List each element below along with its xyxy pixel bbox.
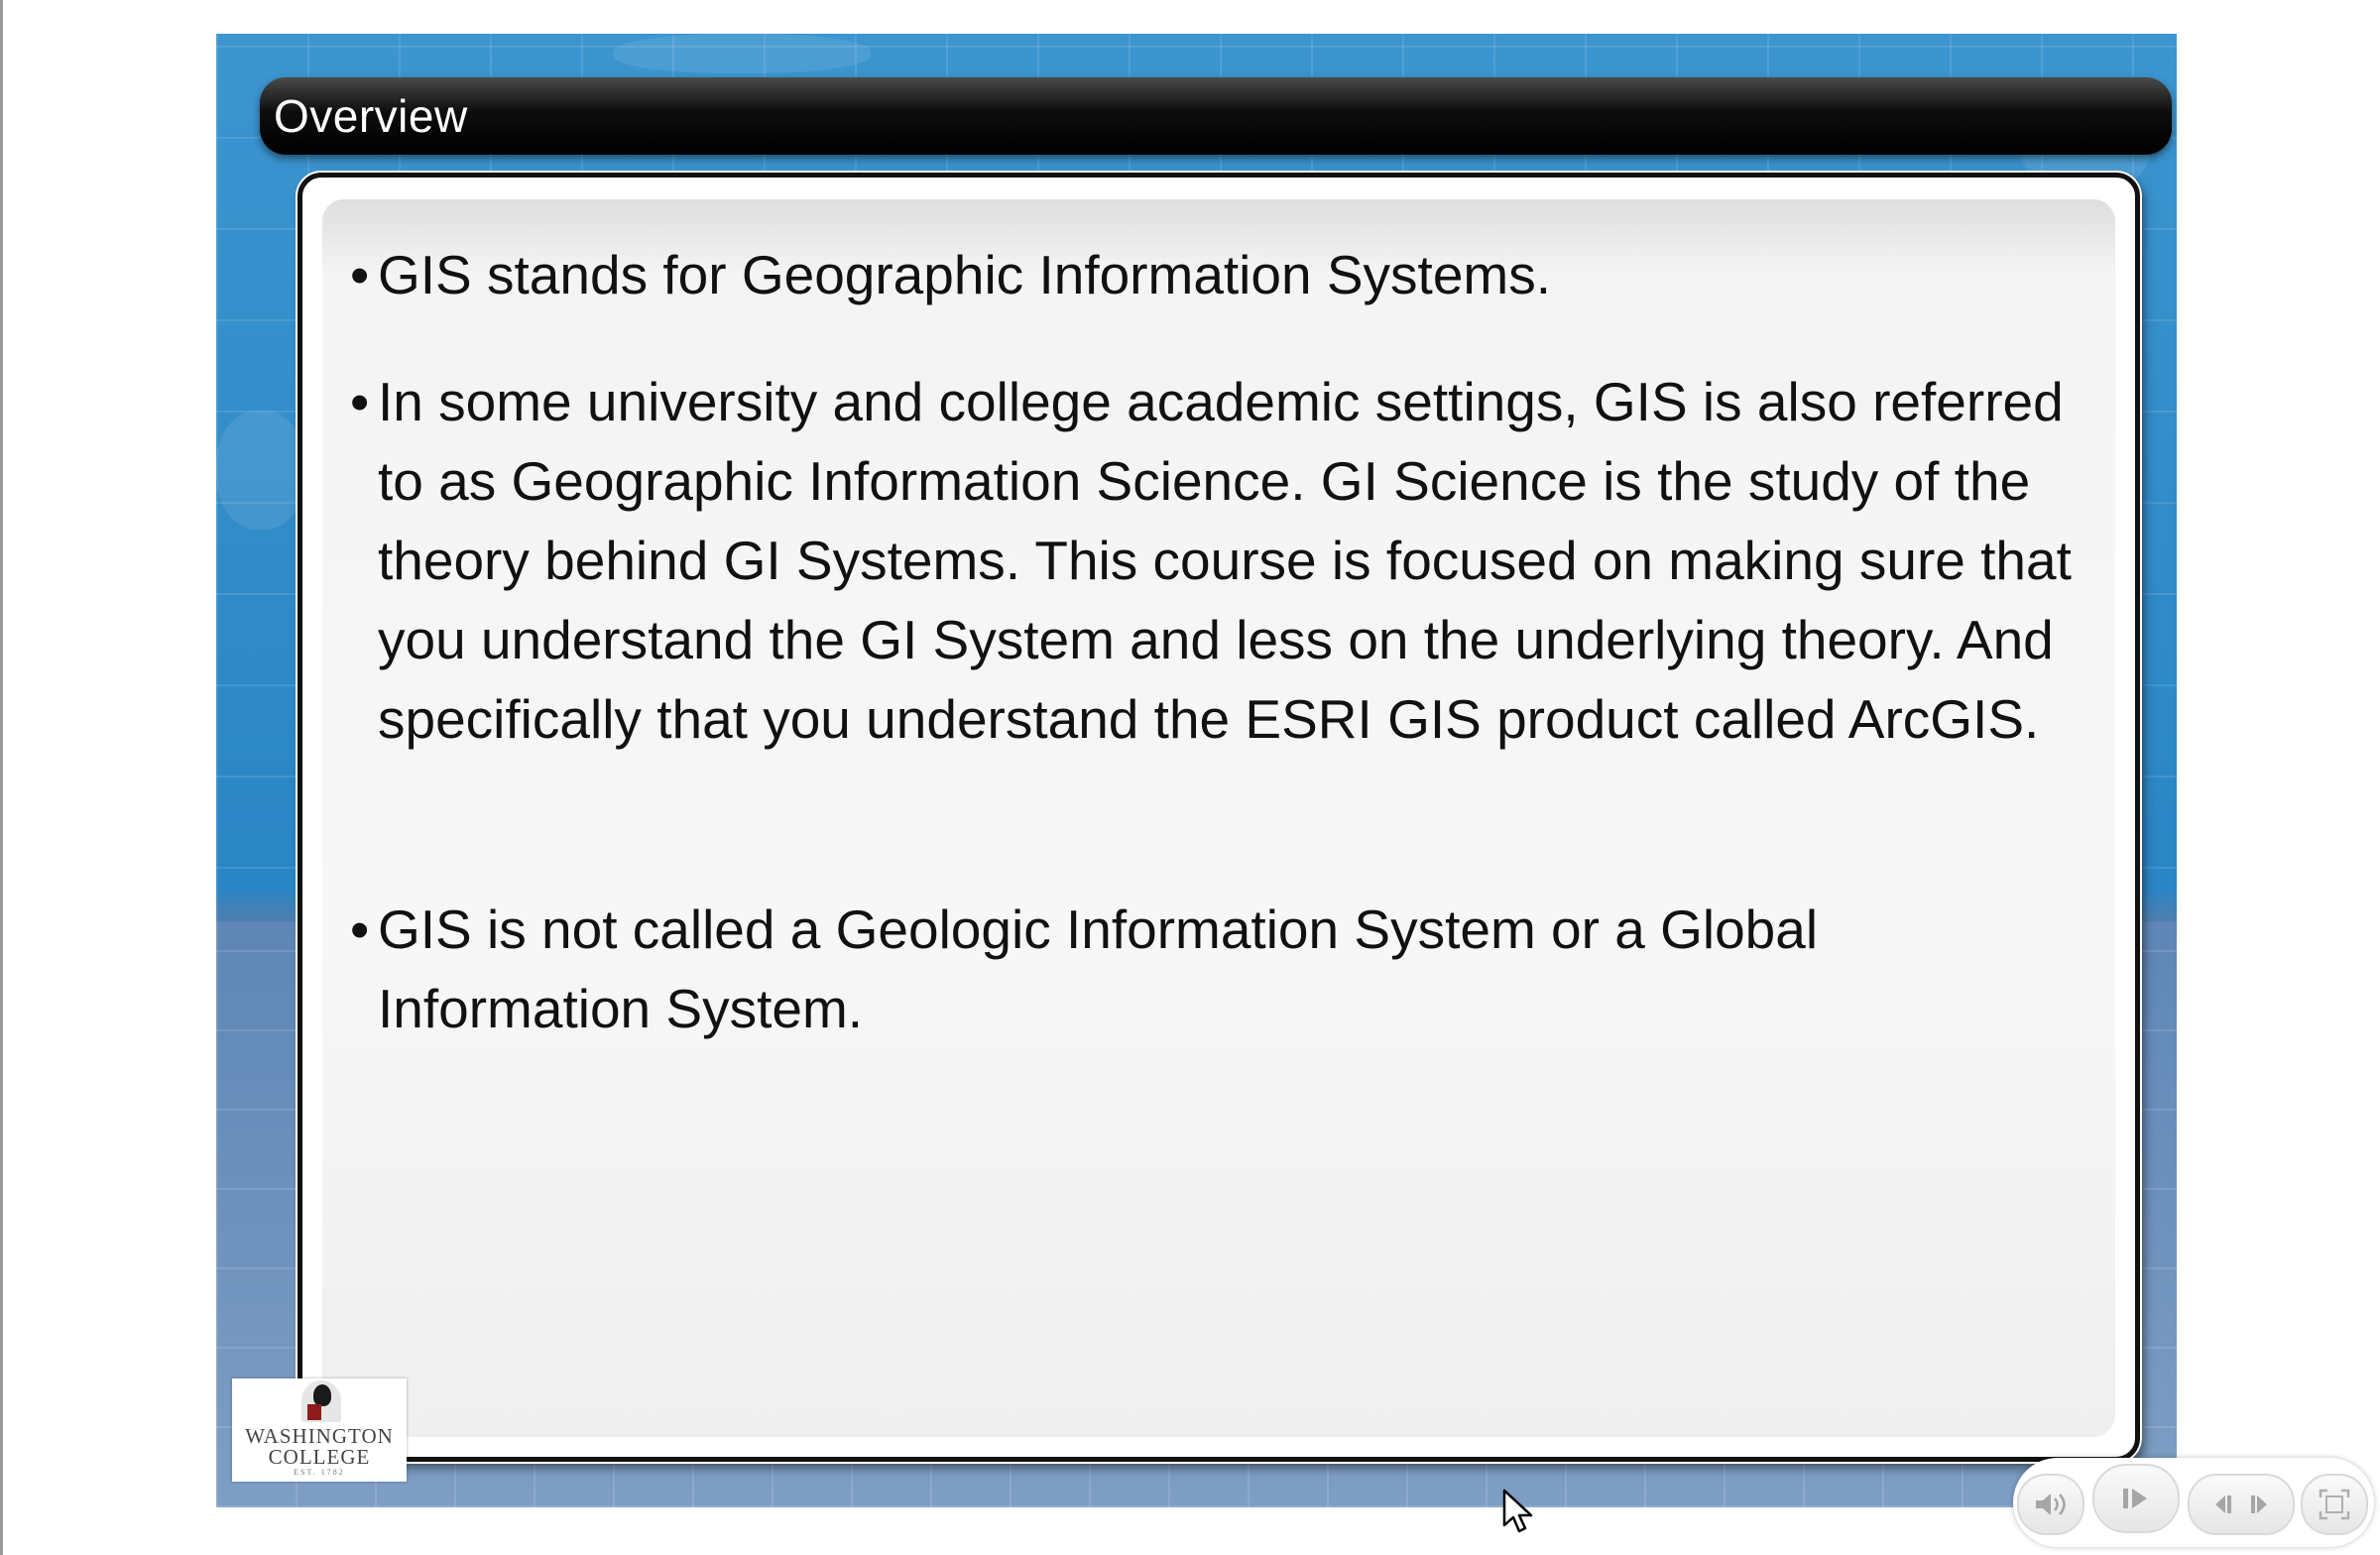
volume-button[interactable] <box>2017 1474 2084 1535</box>
map-decoration <box>216 411 305 530</box>
logo-text: EST. 1782 <box>294 1468 345 1477</box>
volume-icon <box>2036 1494 2066 1515</box>
content-panel: • GIS stands for Geographic Information S… <box>322 199 2115 1437</box>
slide-stage: Overview • GIS stands for Geographic Info… <box>216 34 2177 1507</box>
content-frame: • GIS stands for Geographic Information S… <box>298 173 2140 1462</box>
player-controls <box>2013 1458 2374 1547</box>
bullet-text: In some university and college academic … <box>378 371 2072 750</box>
slide-title-bar: Overview <box>260 77 2172 155</box>
logo-emblem <box>301 1380 341 1422</box>
bullet-item: • In some university and college academic… <box>350 362 2076 759</box>
bullet-item: • GIS is not called a Geologic Informatio… <box>350 890 2076 1048</box>
bullet-dot: • <box>350 898 370 960</box>
fullscreen-button[interactable] <box>2301 1474 2368 1535</box>
logo-text: COLLEGE <box>268 1445 371 1469</box>
play-pause-icon <box>2123 1489 2147 1508</box>
bullet-text: GIS is not called a Geologic Information… <box>378 898 1819 1039</box>
bullet-item: • GIS stands for Geographic Information S… <box>350 235 2076 314</box>
previous-slide-icon[interactable] <box>2207 1492 2241 1517</box>
play-pause-button[interactable] <box>2092 1464 2180 1533</box>
bullet-dot: • <box>350 371 370 432</box>
mouse-cursor-icon <box>1502 1489 1533 1533</box>
map-decoration <box>613 34 871 73</box>
bullet-text: GIS stands for Geographic Information Sy… <box>378 244 1552 305</box>
fullscreen-icon <box>2319 1489 2350 1520</box>
slide-nav-group <box>2188 1474 2295 1535</box>
slide-title: Overview <box>274 90 468 142</box>
next-slide-icon[interactable] <box>2241 1492 2275 1517</box>
window-edge <box>0 0 3 1555</box>
washington-college-logo: WASHINGTON COLLEGE EST. 1782 <box>232 1378 407 1482</box>
bullet-dot: • <box>350 244 370 305</box>
